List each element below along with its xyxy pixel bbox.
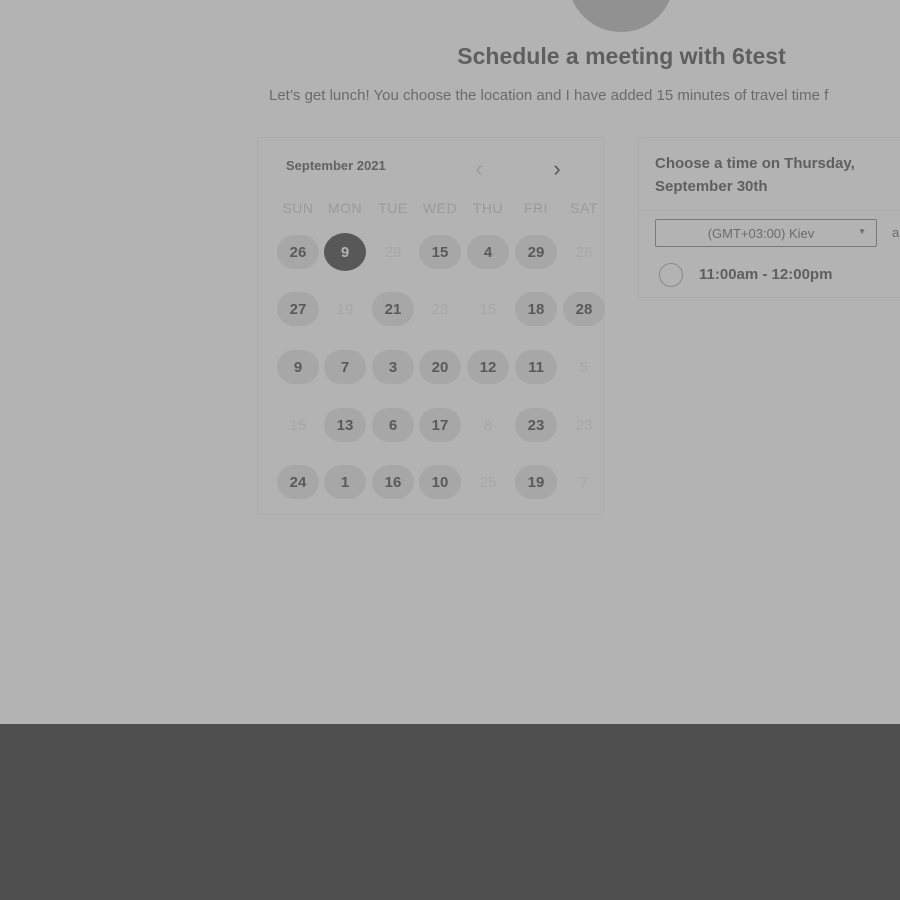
calendar-day[interactable]: 18	[515, 292, 557, 326]
weekday-label: MON	[327, 200, 363, 216]
weekday-label: THU	[472, 200, 504, 216]
calendar-day: 7	[579, 473, 589, 491]
calendar-day[interactable]: 23	[515, 408, 557, 442]
calendar-day[interactable]: 24	[277, 465, 319, 499]
calendar-day[interactable]: 29	[515, 235, 557, 269]
calendar-day[interactable]: 10	[419, 465, 461, 499]
calendar-card	[257, 137, 604, 515]
calendar-day[interactable]: 28	[563, 292, 605, 326]
calendar-day[interactable]: 20	[419, 350, 461, 384]
chevron-right-icon[interactable]: ›	[545, 155, 569, 183]
calendar-day[interactable]: 21	[372, 292, 414, 326]
chevron-left-icon[interactable]: ‹	[467, 155, 491, 183]
time-slot-radio[interactable]	[659, 263, 683, 287]
calendar-day: 15	[289, 416, 307, 434]
calendar-day[interactable]: 17	[419, 408, 461, 442]
calendar-day: 28	[431, 300, 449, 318]
timezone-extra-text: a	[892, 225, 900, 240]
bottom-band	[0, 724, 900, 900]
calendar-day[interactable]: 4	[467, 235, 509, 269]
calendar-month-label: September 2021	[286, 158, 386, 173]
timezone-value: (GMT+03:00) Kiev	[707, 225, 815, 241]
weekday-label: SUN	[282, 200, 314, 216]
weekday-label: TUE	[378, 200, 408, 216]
calendar-day: 5	[579, 358, 589, 376]
calendar-day[interactable]: 12	[467, 350, 509, 384]
page-subtitle: Let’s get lunch! You choose the location…	[269, 87, 829, 104]
avatar	[568, 0, 674, 32]
calendar-day: 8	[483, 416, 493, 434]
calendar-day[interactable]: 27	[277, 292, 319, 326]
calendar-day[interactable]: 1	[324, 465, 366, 499]
calendar-day: 19	[336, 300, 354, 318]
page-title: Schedule a meeting with 6test	[457, 43, 786, 69]
calendar-day: 23	[575, 416, 593, 434]
calendar-day[interactable]: 19	[515, 465, 557, 499]
calendar-day: 15	[479, 300, 497, 318]
time-slot-label[interactable]: 11:00am - 12:00pm	[699, 266, 832, 283]
calendar-day[interactable]: 7	[324, 350, 366, 384]
weekday-label: FRI	[523, 200, 549, 216]
calendar-day[interactable]: 6	[372, 408, 414, 442]
calendar-day: 29	[384, 243, 402, 261]
timezone-select[interactable]: (GMT+03:00) Kiev ▼	[655, 219, 877, 247]
calendar-day[interactable]: 15	[419, 235, 461, 269]
weekday-label: WED	[422, 200, 458, 216]
calendar-day[interactable]: 26	[277, 235, 319, 269]
calendar-day[interactable]: 13	[324, 408, 366, 442]
calendar-day-selected[interactable]: 9	[324, 233, 366, 271]
time-picker-title: Choose a time on Thursday, September 30t…	[655, 155, 855, 195]
caret-down-icon: ▼	[858, 227, 866, 236]
calendar-day: 26	[575, 243, 593, 261]
calendar-day[interactable]: 9	[277, 350, 319, 384]
weekday-label: SAT	[570, 200, 598, 216]
calendar-day[interactable]: 16	[372, 465, 414, 499]
calendar-day: 25	[479, 473, 497, 491]
calendar-day[interactable]: 11	[515, 350, 557, 384]
calendar-day[interactable]: 3	[372, 350, 414, 384]
